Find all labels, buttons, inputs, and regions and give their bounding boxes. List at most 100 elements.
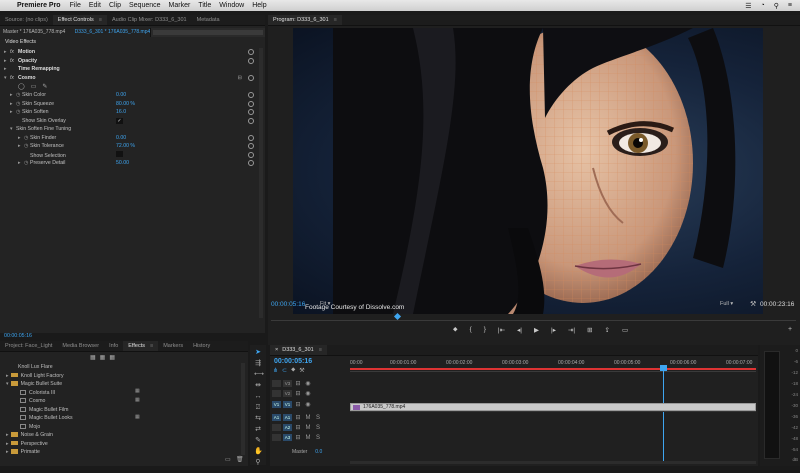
tab-metadata[interactable]: Metadata <box>192 15 225 25</box>
go-to-in-button[interactable]: |⇤ <box>498 326 505 334</box>
sync-lock-icon[interactable]: ⊟ <box>294 390 302 397</box>
source-patch[interactable] <box>272 380 281 387</box>
mute-button[interactable]: M <box>304 435 312 441</box>
effect-row-time-remapping[interactable]: ▸ Time Remapping <box>4 65 254 73</box>
razor-tool-icon[interactable]: ⍁ <box>254 404 262 412</box>
reset-icon[interactable] <box>248 134 254 141</box>
panel-menu-icon[interactable]: ≡ <box>334 17 337 23</box>
param-value[interactable]: 50.00 <box>116 160 129 166</box>
tab-history[interactable]: History <box>188 341 215 351</box>
lift-button[interactable]: ⊞ <box>587 326 592 334</box>
tab-program[interactable]: Program: D333_6_301 ≡ <box>268 15 342 25</box>
reset-icon[interactable] <box>248 151 254 158</box>
reset-icon[interactable] <box>248 92 254 98</box>
menu-title[interactable]: Title <box>198 2 211 9</box>
track-label[interactable]: V2 <box>283 390 292 397</box>
reset-icon[interactable] <box>248 117 254 124</box>
source-patch[interactable] <box>272 434 281 441</box>
param-value[interactable]: 72.00 % <box>116 143 135 149</box>
zoom-tool-icon[interactable]: ⚲ <box>254 459 262 466</box>
list-item[interactable]: Magic Bullet Looks <box>6 414 73 423</box>
sync-lock-icon[interactable]: ⊟ <box>294 414 302 421</box>
reset-icon[interactable] <box>248 100 254 107</box>
menu-marker[interactable]: Marker <box>169 2 191 9</box>
list-item[interactable]: ▸ Primatte <box>6 448 40 457</box>
tab-sequence[interactable]: × D333_6_301 ≡ <box>270 345 327 355</box>
step-back-button[interactable]: ◂| <box>517 326 522 334</box>
mute-button[interactable]: M <box>304 425 312 431</box>
reset-icon[interactable] <box>248 143 254 149</box>
list-item[interactable]: ▸ Knoll Light Factory <box>6 372 64 381</box>
effect-controls-timecode[interactable]: 00:00:05:16 <box>4 333 32 339</box>
tray-list-icon[interactable]: ☰ <box>745 2 751 10</box>
track-header-a1[interactable]: A1 A1 ⊟ M S <box>272 413 348 422</box>
track-header-master[interactable]: Master 0.0 <box>272 447 348 456</box>
tab-project[interactable]: Project: Face_Light <box>0 341 57 351</box>
solo-button[interactable]: S <box>314 415 322 421</box>
extract-button[interactable]: ⇪ <box>605 326 610 334</box>
panel-menu-icon[interactable]: ≡ <box>150 343 153 349</box>
param-value[interactable]: 0.00 <box>116 135 126 141</box>
slip-tool-icon[interactable]: ⇆ <box>254 415 262 423</box>
tab-markers[interactable]: Markers <box>158 341 188 351</box>
sync-lock-icon[interactable]: ⊟ <box>294 434 302 441</box>
effect-row-cosmo[interactable]: ▾ fx Cosmo ⊟ <box>4 74 254 82</box>
selection-tool-icon[interactable]: ➤ <box>254 349 262 357</box>
sync-lock-icon[interactable]: ⊟ <box>294 401 302 408</box>
time-ruler[interactable]: 00:00 00:00:01:00 00:00:02:00 00:00:03:0… <box>350 358 756 372</box>
expand-arrow-icon[interactable]: ▸ <box>6 441 9 447</box>
list-item[interactable]: ▾ Magic Bullet Suite <box>6 380 62 389</box>
fx-icon[interactable]: fx <box>10 74 18 82</box>
program-timecode[interactable]: 00:00:05:16 <box>271 301 305 308</box>
effect-menu-icon[interactable]: ⊟ <box>238 74 242 82</box>
program-video-frame[interactable]: Footage Courtesy of Dissolve.com <box>293 28 763 314</box>
track-label[interactable]: A3 <box>283 434 292 441</box>
ripple-edit-tool-icon[interactable]: ⟷ <box>254 371 264 379</box>
pen-mask-icon[interactable]: ✎ <box>42 83 47 90</box>
rate-stretch-tool-icon[interactable]: ↔ <box>254 393 262 401</box>
track-label[interactable]: A2 <box>283 424 292 431</box>
tab-info[interactable]: Info <box>104 341 123 351</box>
export-frame-button[interactable]: ▭ <box>622 326 628 334</box>
delete-icon[interactable]: 🗑 <box>236 456 244 463</box>
reset-icon[interactable] <box>248 74 254 81</box>
tab-audio-clip-mixer[interactable]: Audio Clip Mixer: D333_6_301 <box>107 15 192 25</box>
yuv-filter-icon[interactable]: ▦ <box>109 354 115 361</box>
list-item[interactable]: Knoll Lux Flare <box>6 363 53 372</box>
sequence-clip-label[interactable]: D333_6_301 * 176A035_778.mp4 <box>75 29 151 35</box>
tray-clock-icon[interactable]: ◔ <box>761 2 765 10</box>
param-value[interactable]: 80.00 % <box>116 101 135 107</box>
reset-icon[interactable] <box>248 160 254 166</box>
track-header-v3[interactable]: V3 ⊟ ◉ <box>272 379 348 388</box>
source-patch[interactable] <box>272 424 281 431</box>
effect-controls-scrollbar[interactable] <box>259 48 263 318</box>
track-header-v2[interactable]: V2 ⊟ ◉ <box>272 389 348 398</box>
expand-arrow-icon[interactable]: ▸ <box>6 373 9 379</box>
mark-in-button[interactable]: { <box>470 326 472 334</box>
zoom-select[interactable]: Fit ▾ <box>320 301 330 307</box>
menu-sequence[interactable]: Sequence <box>129 2 161 9</box>
collapse-arrow-icon[interactable]: ▾ <box>6 381 9 387</box>
rolling-edit-tool-icon[interactable]: ⇹ <box>254 382 262 390</box>
mute-button[interactable]: M <box>304 415 312 421</box>
solo-button[interactable]: S <box>314 435 322 441</box>
close-icon[interactable]: × <box>275 347 278 353</box>
show-selection-checkbox[interactable] <box>116 150 123 157</box>
expand-arrow-icon[interactable]: ▸ <box>4 65 10 73</box>
linked-selection-icon[interactable]: ⊂ <box>282 367 287 374</box>
sync-lock-icon[interactable]: ⊟ <box>294 380 302 387</box>
fx-icon[interactable]: fx <box>10 57 18 65</box>
wrench-icon[interactable]: ⚒ <box>750 300 756 308</box>
add-button-icon[interactable]: + <box>788 326 792 333</box>
32bit-filter-icon[interactable]: ▦ <box>100 354 106 361</box>
pen-tool-icon[interactable]: ✎ <box>254 437 262 445</box>
snap-icon[interactable]: ⋔ <box>273 367 278 374</box>
menu-file[interactable]: File <box>70 2 81 9</box>
go-to-out-button[interactable]: ⇥| <box>568 326 575 334</box>
play-button[interactable]: ▶ <box>534 326 539 334</box>
track-header-v1[interactable]: V1 V1 ⊟ ◉ <box>272 400 348 409</box>
param-value[interactable]: 16.0 <box>116 109 126 115</box>
source-patch[interactable]: A1 <box>272 414 281 421</box>
track-label[interactable]: A1 <box>283 414 292 421</box>
list-item[interactable]: ▸ Noise & Grain <box>6 431 53 440</box>
